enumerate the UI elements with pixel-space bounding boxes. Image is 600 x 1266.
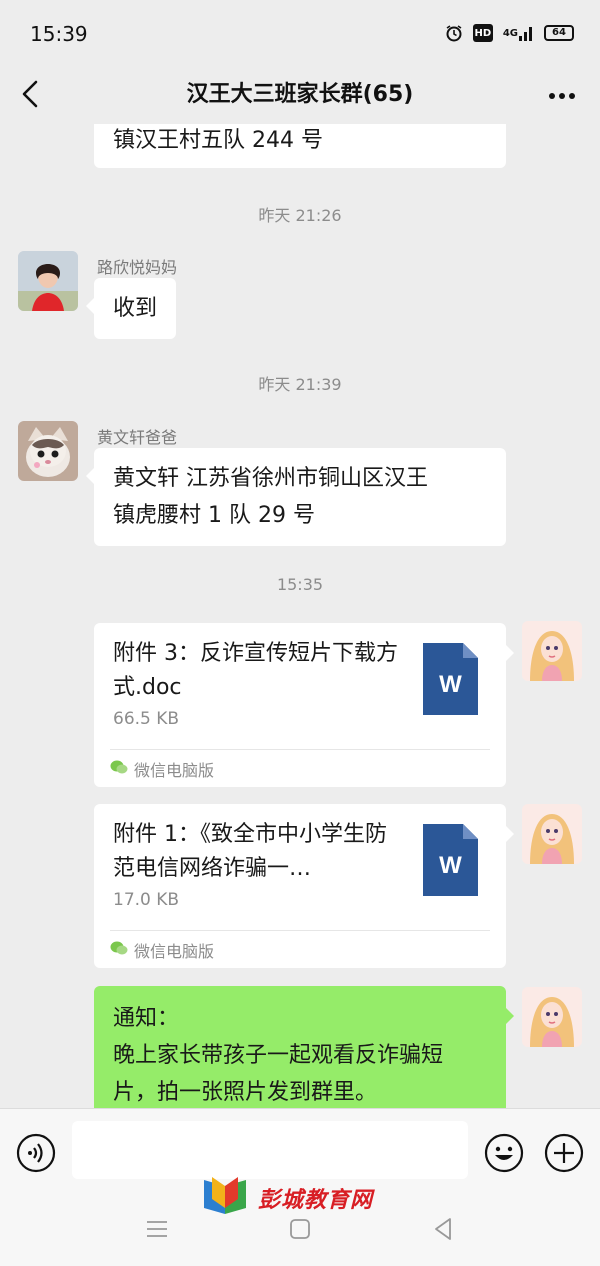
add-attachment-icon[interactable]: [544, 1133, 584, 1173]
message-text: 收到: [113, 296, 158, 321]
avatar[interactable]: [18, 251, 78, 311]
sender-name: 路欣悦妈妈: [97, 258, 178, 277]
more-options-icon[interactable]: [544, 76, 580, 112]
message-text: 黄文轩 江苏省徐州市铜山区汉王: [113, 466, 428, 491]
file-source: 微信电脑版: [110, 938, 214, 962]
watermark-text: 彭城教育网: [258, 1188, 374, 1213]
menu-nav-icon[interactable]: [142, 1214, 172, 1244]
sent-message-bubble[interactable]: 通知： 晚上家长带孩子一起观看反诈骗短 片，拍一张照片发到群里。: [94, 986, 514, 1108]
alarm-icon: [445, 24, 463, 42]
message-text: 片，拍一张照片发到群里。: [113, 1080, 378, 1105]
message-input[interactable]: [72, 1121, 468, 1179]
my-avatar[interactable]: [522, 621, 582, 681]
message-text: 晚上家长带孩子一起观看反诈骗短: [113, 1043, 444, 1068]
message-text: 通知：: [113, 1006, 180, 1031]
hd-icon: HD: [472, 24, 493, 42]
watermark-logo: 彭城教育网: [200, 1176, 400, 1220]
file-size: 66.5 KB: [113, 709, 180, 729]
file-size: 17.0 KB: [113, 890, 180, 910]
word-document-icon: W: [423, 824, 478, 896]
wechat-pc-icon: [110, 940, 128, 960]
emoji-icon[interactable]: [484, 1133, 524, 1173]
chat-messages[interactable]: 镇汉王村五队 244 号 昨天 21:26 路欣悦妈妈 收到 昨天 21:39: [0, 124, 600, 1108]
avatar[interactable]: [18, 421, 78, 481]
file-name: 附件 1：《致全市中小学生防范电信网络诈骗一…: [113, 822, 387, 881]
source-label: 微信电脑版: [134, 761, 215, 780]
book-logo-icon: [200, 1174, 250, 1222]
signal-icon: 4G: [503, 25, 534, 41]
word-document-icon: W: [423, 643, 478, 715]
message-bubble[interactable]: 镇汉王村五队 244 号: [94, 124, 506, 168]
message-bubble[interactable]: 收到: [85, 278, 177, 339]
back-nav-icon[interactable]: [428, 1214, 458, 1244]
status-icons: HD 4G 64: [445, 24, 574, 42]
word-icon-letter: W: [439, 852, 462, 879]
file-source: 微信电脑版: [110, 757, 214, 781]
file-message[interactable]: 附件 3：反诈宣传短片下载方式.doc 66.5 KB W 微信电脑版: [94, 623, 514, 787]
battery-icon: 64: [544, 25, 574, 41]
file-name: 附件 3：反诈宣传短片下载方式.doc: [113, 641, 398, 700]
sender-name: 黄文轩爸爸: [97, 428, 178, 447]
timestamp: 昨天 21:26: [258, 206, 342, 225]
chat-header: 汉王大三班家长群(65): [0, 70, 600, 120]
message-text: 镇汉王村五队 244 号: [113, 128, 323, 153]
timestamp: 15:35: [276, 575, 324, 594]
wechat-pc-icon: [110, 759, 128, 779]
status-time: 15:39: [30, 22, 88, 46]
network-type: 4G: [502, 27, 518, 39]
my-avatar[interactable]: [522, 987, 582, 1047]
my-avatar[interactable]: [522, 804, 582, 864]
source-label: 微信电脑版: [134, 942, 215, 961]
divider: [110, 930, 490, 931]
divider: [110, 749, 490, 750]
message-bubble[interactable]: 黄文轩 江苏省徐州市铜山区汉王 镇虎腰村 1 队 29 号: [86, 448, 506, 546]
timestamp: 昨天 21:39: [258, 375, 342, 394]
message-text: 镇虎腰村 1 队 29 号: [113, 503, 315, 528]
word-icon-letter: W: [439, 671, 462, 698]
file-message[interactable]: 附件 1：《致全市中小学生防范电信网络诈骗一… 17.0 KB W 微信电脑版: [94, 804, 514, 968]
chat-title: 汉王大三班家长群(65): [186, 82, 414, 107]
voice-input-icon[interactable]: [16, 1133, 56, 1173]
status-bar: 15:39 HD 4G 64: [0, 0, 600, 70]
